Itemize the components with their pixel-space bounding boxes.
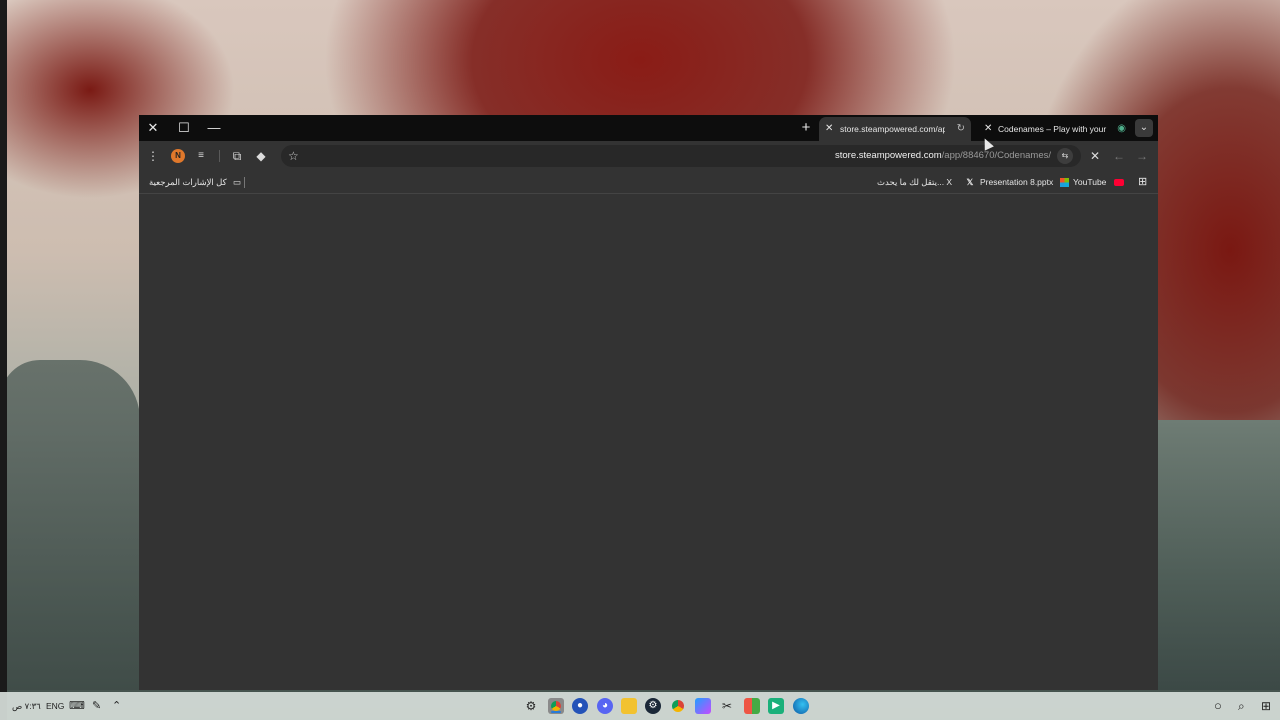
taskbar: ٧:٣٦ ص ENG ⌨ ✎ ⌃ ⚙ ● ◕ ⚙ ✂ ▶ ○ ⌕ ⊞ bbox=[0, 692, 1280, 720]
bookmarks-bar: كل الإشارات المرجعية ▭ يتقل لك ما يحدث..… bbox=[139, 171, 1158, 194]
toolbar-divider bbox=[219, 150, 220, 162]
tab-close-icon[interactable]: ✕ bbox=[825, 117, 835, 141]
snipping-tool-icon[interactable]: ✂ bbox=[719, 698, 735, 714]
extensions-icon[interactable]: ⧉ bbox=[227, 146, 247, 166]
new-tab-button[interactable]: + bbox=[795, 118, 817, 138]
youtube-logo-icon bbox=[1113, 179, 1124, 187]
tab-steam-store[interactable]: ✕ store.steampowered.com/app/ ↻ bbox=[819, 117, 971, 141]
maximize-window-button[interactable]: ☐ bbox=[173, 118, 195, 138]
apps-grid-icon[interactable]: ⊞ bbox=[1138, 171, 1147, 193]
browser-window: ✕ ☐ — + ✕ store.steampowered.com/app/ ↻ … bbox=[139, 115, 1158, 690]
browser-toolbar: ⋮ N ≡ ⧉ ◆ ☆ store.steampowered.com/app/8… bbox=[139, 141, 1158, 171]
close-window-button[interactable]: ✕ bbox=[142, 118, 164, 138]
copilot-icon[interactable] bbox=[695, 698, 711, 714]
bookmark-presentation[interactable]: Presentation 8.pptx bbox=[980, 171, 1069, 193]
search-icon[interactable]: ⌕ bbox=[1238, 692, 1245, 720]
keyboard-icon[interactable]: ⌨ bbox=[69, 692, 85, 720]
bookmark-label: YouTube bbox=[1073, 177, 1107, 187]
url-text[interactable]: store.steampowered.com/app/884670/Codena… bbox=[835, 145, 1051, 167]
running-indicator bbox=[551, 711, 561, 713]
back-button[interactable]: ← bbox=[1109, 146, 1129, 166]
windows-start-icon[interactable]: ⊞ bbox=[1261, 692, 1271, 720]
tab-title: Codenames – Play with your Fr bbox=[998, 124, 1108, 134]
extension-diamond-icon[interactable]: ◆ bbox=[251, 146, 271, 166]
all-bookmarks-folder[interactable]: كل الإشارات المرجعية ▭ bbox=[149, 171, 241, 193]
menu-icon[interactable]: ⋮ bbox=[143, 146, 163, 166]
pen-icon[interactable]: ✎ bbox=[92, 692, 101, 720]
discord-icon[interactable]: ◕ bbox=[597, 698, 613, 714]
stop-loading-button[interactable]: ✕ bbox=[1085, 146, 1105, 166]
url-host: store.steampowered.com bbox=[834, 150, 942, 161]
cortana-circle-icon[interactable]: ○ bbox=[1214, 692, 1222, 720]
reading-list-icon[interactable]: ≡ bbox=[191, 146, 211, 166]
url-path: /app/884670/Codenames/ bbox=[941, 150, 1051, 161]
bookmark-x[interactable]: يتقل لك ما يحدث... X 𝕏 bbox=[877, 171, 973, 193]
bookmark-star-icon[interactable]: ☆ bbox=[288, 145, 299, 167]
tab-title: store.steampowered.com/app/ bbox=[840, 124, 945, 134]
wallpaper-tree-left bbox=[0, 360, 140, 690]
site-settings-icon[interactable]: ⇆ bbox=[1057, 148, 1073, 164]
show-hidden-icons-icon[interactable]: ⌃ bbox=[112, 692, 121, 720]
file-explorer-icon[interactable] bbox=[621, 698, 637, 714]
bookmarks-divider bbox=[244, 177, 245, 188]
forward-button[interactable]: → bbox=[1132, 146, 1152, 166]
green-app-icon[interactable]: ▶ bbox=[768, 698, 784, 714]
clock[interactable]: ٧:٣٦ ص bbox=[12, 692, 41, 720]
microsoft-logo-icon bbox=[1059, 178, 1069, 188]
app-grid-icon[interactable] bbox=[744, 698, 760, 714]
title-bar[interactable]: ✕ ☐ — + ✕ store.steampowered.com/app/ ↻ … bbox=[139, 115, 1158, 141]
bookmark-label: يتقل لك ما يحدث... X bbox=[877, 177, 953, 187]
shield-icon[interactable]: ● bbox=[572, 698, 588, 714]
bookmark-youtube[interactable]: YouTube bbox=[1073, 171, 1124, 193]
screen-left-edge bbox=[0, 0, 7, 720]
steam-icon[interactable]: ⚙ bbox=[645, 698, 661, 714]
folder-icon: ▭ bbox=[233, 177, 242, 187]
bookmark-label: Presentation 8.pptx bbox=[980, 177, 1054, 187]
minimize-window-button[interactable]: — bbox=[203, 118, 225, 138]
edge-icon[interactable] bbox=[793, 698, 809, 714]
page-content[interactable] bbox=[139, 194, 1158, 690]
settings-icon[interactable]: ⚙ bbox=[523, 698, 539, 714]
wallpaper-forest-right bbox=[1158, 420, 1280, 690]
x-logo-icon: 𝕏 bbox=[966, 177, 974, 187]
chrome-profile-icon[interactable] bbox=[670, 698, 686, 714]
loading-spinner-icon: ↻ bbox=[956, 123, 965, 134]
chrome-icon[interactable] bbox=[548, 698, 564, 714]
profile-avatar[interactable]: N bbox=[171, 149, 185, 163]
codenames-favicon-icon: ◉ bbox=[1117, 123, 1126, 134]
address-bar[interactable]: ☆ store.steampowered.com/app/884670/Code… bbox=[281, 145, 1081, 167]
all-bookmarks-label: كل الإشارات المرجعية bbox=[149, 177, 227, 187]
input-language[interactable]: ENG bbox=[46, 692, 64, 720]
tab-search-button[interactable]: ⌄ bbox=[1135, 119, 1153, 137]
tab-codenames[interactable]: ✕ Codenames – Play with your Fr ◉ bbox=[978, 117, 1132, 141]
